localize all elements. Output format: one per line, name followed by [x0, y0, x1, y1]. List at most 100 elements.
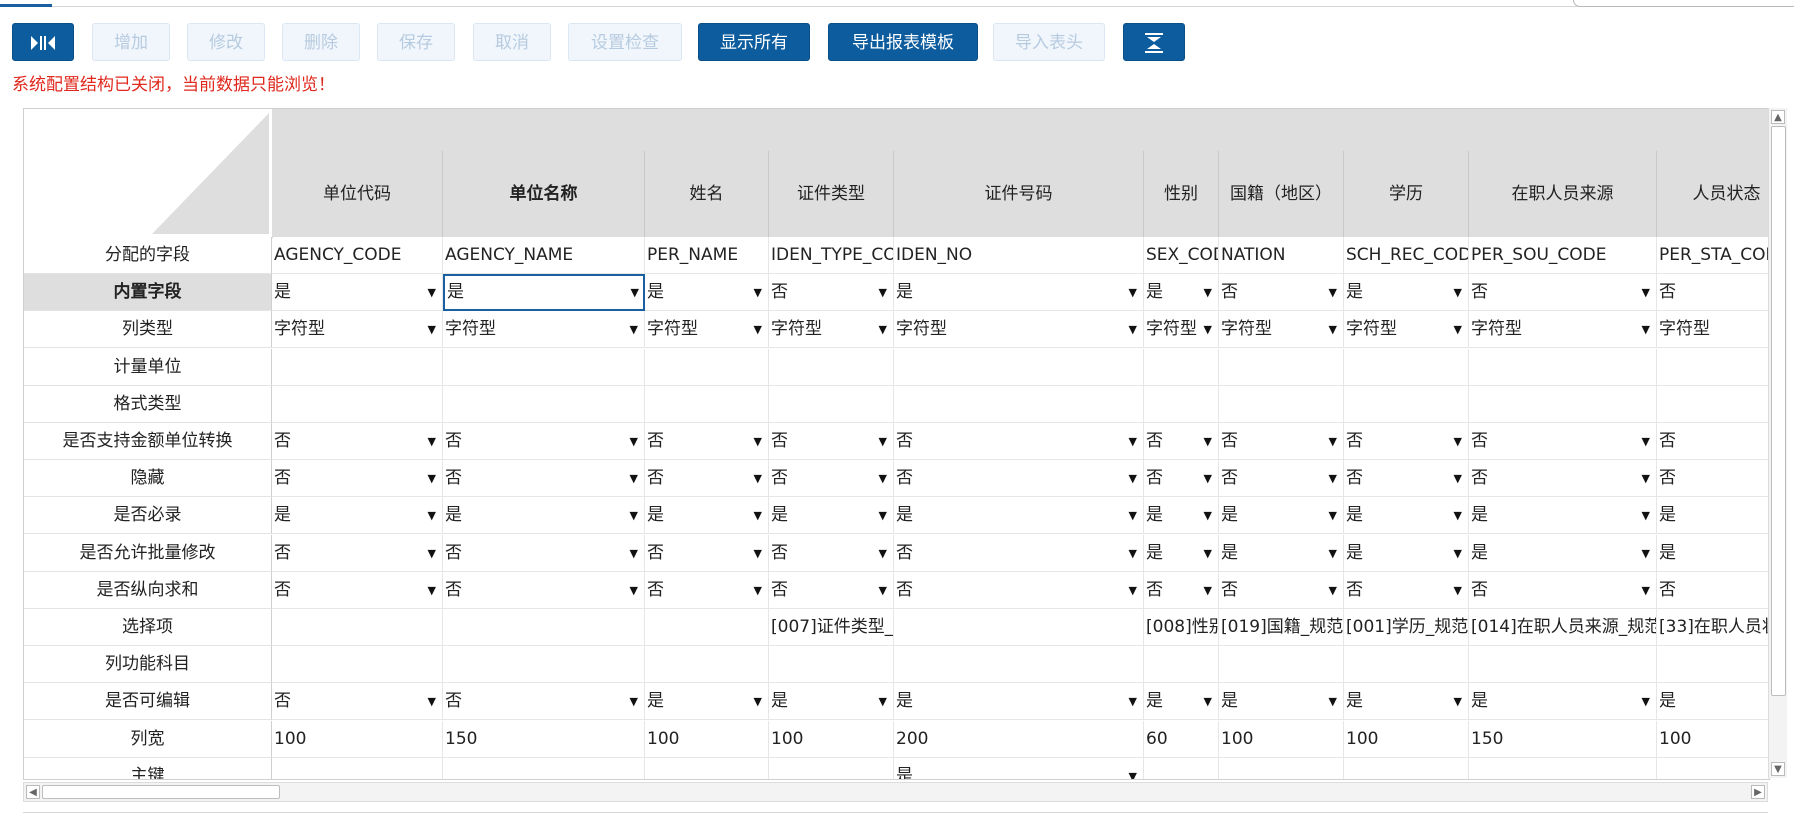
- expand-collapse-button[interactable]: [12, 23, 74, 61]
- grid-cell[interactable]: 是▼: [645, 274, 769, 311]
- grid-cell[interactable]: 是▼: [645, 497, 769, 534]
- dropdown-arrow-icon[interactable]: ▼: [1329, 572, 1337, 608]
- grid-cell[interactable]: [272, 386, 443, 423]
- dropdown-arrow-icon[interactable]: ▼: [630, 572, 638, 608]
- cancel-button[interactable]: 取消: [473, 23, 551, 61]
- scroll-down-icon[interactable]: ▼: [1771, 762, 1785, 776]
- dropdown-arrow-icon[interactable]: ▼: [1454, 423, 1462, 459]
- grid-cell[interactable]: [272, 646, 443, 683]
- grid-cell[interactable]: 是▼: [1469, 497, 1657, 534]
- dropdown-arrow-icon[interactable]: ▼: [879, 274, 887, 310]
- grid-cell[interactable]: [769, 349, 894, 386]
- grid-cell[interactable]: PER_NAME: [645, 237, 769, 274]
- dropdown-arrow-icon[interactable]: ▼: [1129, 274, 1137, 310]
- grid-cell[interactable]: [007]证件类型_规范: [769, 609, 894, 646]
- grid-cell[interactable]: [1657, 646, 1769, 683]
- grid-cell[interactable]: AGENCY_CODE: [272, 237, 443, 274]
- grid-cell[interactable]: 否▼: [645, 423, 769, 460]
- dropdown-arrow-icon[interactable]: ▼: [879, 311, 887, 347]
- column-header[interactable]: 在职人员来源: [1469, 151, 1657, 237]
- dropdown-arrow-icon[interactable]: ▼: [630, 460, 638, 496]
- grid-cell[interactable]: 是▼: [769, 683, 894, 720]
- dropdown-arrow-icon[interactable]: ▼: [879, 683, 887, 719]
- dropdown-arrow-icon[interactable]: ▼: [1129, 758, 1137, 779]
- dropdown-arrow-icon[interactable]: ▼: [428, 535, 436, 571]
- grid-cell[interactable]: [1144, 349, 1219, 386]
- grid-cell[interactable]: [769, 386, 894, 423]
- export-template-button[interactable]: 导出报表模板: [828, 23, 978, 61]
- dropdown-arrow-icon[interactable]: ▼: [1204, 683, 1212, 719]
- grid-cell[interactable]: 否▼: [1344, 572, 1469, 609]
- grid-cell[interactable]: 否▼: [1657, 460, 1769, 497]
- delete-button[interactable]: 删除: [282, 23, 360, 61]
- scroll-left-icon[interactable]: ◀: [26, 785, 40, 799]
- grid-cell[interactable]: [1344, 349, 1469, 386]
- grid-cell[interactable]: [894, 646, 1144, 683]
- grid-cell[interactable]: [443, 758, 645, 779]
- dropdown-arrow-icon[interactable]: ▼: [1129, 311, 1137, 347]
- grid-cell[interactable]: [014]在职人员来源_规范: [1469, 609, 1657, 646]
- grid-cell[interactable]: 是▼: [1344, 683, 1469, 720]
- grid-cell[interactable]: 100: [1344, 721, 1469, 758]
- dropdown-arrow-icon[interactable]: ▼: [1454, 274, 1462, 310]
- row-header[interactable]: 是否支持金额单位转换: [24, 423, 272, 460]
- dropdown-arrow-icon[interactable]: ▼: [1129, 535, 1137, 571]
- grid-cell[interactable]: SEX_CODE: [1144, 237, 1219, 274]
- grid-cell[interactable]: 否▼: [272, 535, 443, 572]
- grid-cell[interactable]: AGENCY_NAME: [443, 237, 645, 274]
- row-header[interactable]: 分配的字段: [24, 237, 272, 274]
- grid-cell[interactable]: [1344, 646, 1469, 683]
- dropdown-arrow-icon[interactable]: ▼: [630, 535, 638, 571]
- grid-cell[interactable]: 否▼: [443, 572, 645, 609]
- grid-cell[interactable]: [272, 758, 443, 779]
- edit-button[interactable]: 修改: [187, 23, 265, 61]
- column-header[interactable]: 证件类型: [769, 151, 894, 237]
- dropdown-arrow-icon[interactable]: ▼: [428, 274, 436, 310]
- grid-cell[interactable]: 是▼: [1469, 683, 1657, 720]
- grid-cell[interactable]: [443, 349, 645, 386]
- grid-cell[interactable]: 150: [1469, 721, 1657, 758]
- dropdown-arrow-icon[interactable]: ▼: [1454, 535, 1462, 571]
- grid-cell[interactable]: 100: [645, 721, 769, 758]
- grid-cell[interactable]: [019]国籍_规范: [1219, 609, 1344, 646]
- dropdown-arrow-icon[interactable]: ▼: [1204, 535, 1212, 571]
- grid-cell[interactable]: 字符型▼: [1344, 311, 1469, 348]
- grid-cell[interactable]: 字符型▼: [1469, 311, 1657, 348]
- dropdown-arrow-icon[interactable]: ▼: [630, 423, 638, 459]
- grid-cell[interactable]: [443, 646, 645, 683]
- grid-cell[interactable]: 100: [1219, 721, 1344, 758]
- dropdown-arrow-icon[interactable]: ▼: [754, 274, 762, 310]
- grid-cell[interactable]: 否▼: [645, 535, 769, 572]
- dropdown-arrow-icon[interactable]: ▼: [1454, 311, 1462, 347]
- dropdown-arrow-icon[interactable]: ▼: [1204, 460, 1212, 496]
- grid-cell[interactable]: 字符型▼: [1219, 311, 1344, 348]
- grid-cell[interactable]: [645, 646, 769, 683]
- dropdown-arrow-icon[interactable]: ▼: [630, 683, 638, 719]
- grid-cell[interactable]: 是▼: [1219, 535, 1344, 572]
- grid-cell[interactable]: [769, 646, 894, 683]
- dropdown-arrow-icon[interactable]: ▼: [1642, 497, 1650, 533]
- row-header[interactable]: 是否必录: [24, 497, 272, 534]
- vertical-scroll-thumb[interactable]: [1771, 126, 1786, 696]
- dropdown-arrow-icon[interactable]: ▼: [1642, 535, 1650, 571]
- grid-cell[interactable]: PER_STA_CODE: [1657, 237, 1769, 274]
- grid-cell[interactable]: 是▼: [1219, 683, 1344, 720]
- grid-cell[interactable]: [769, 758, 894, 779]
- grid-cell[interactable]: 100: [272, 721, 443, 758]
- dropdown-arrow-icon[interactable]: ▼: [754, 423, 762, 459]
- dropdown-arrow-icon[interactable]: ▼: [1129, 497, 1137, 533]
- row-header[interactable]: 主键: [24, 758, 272, 779]
- dropdown-arrow-icon[interactable]: ▼: [879, 460, 887, 496]
- grid-cell[interactable]: 是▼: [1144, 535, 1219, 572]
- column-header[interactable]: 单位名称: [443, 151, 645, 237]
- grid-cell[interactable]: 字符型▼: [894, 311, 1144, 348]
- dropdown-arrow-icon[interactable]: ▼: [1204, 423, 1212, 459]
- grid-cell[interactable]: 是▼: [1219, 497, 1344, 534]
- grid-cell[interactable]: 是▼: [272, 497, 443, 534]
- grid-cell[interactable]: 是▼: [1657, 535, 1769, 572]
- grid-cell[interactable]: [1469, 758, 1657, 779]
- grid-cell[interactable]: PER_SOU_CODE: [1469, 237, 1657, 274]
- grid-cell[interactable]: 否▼: [1657, 572, 1769, 609]
- dropdown-arrow-icon[interactable]: ▼: [630, 311, 638, 347]
- grid-cell[interactable]: 字符型▼: [1657, 311, 1769, 348]
